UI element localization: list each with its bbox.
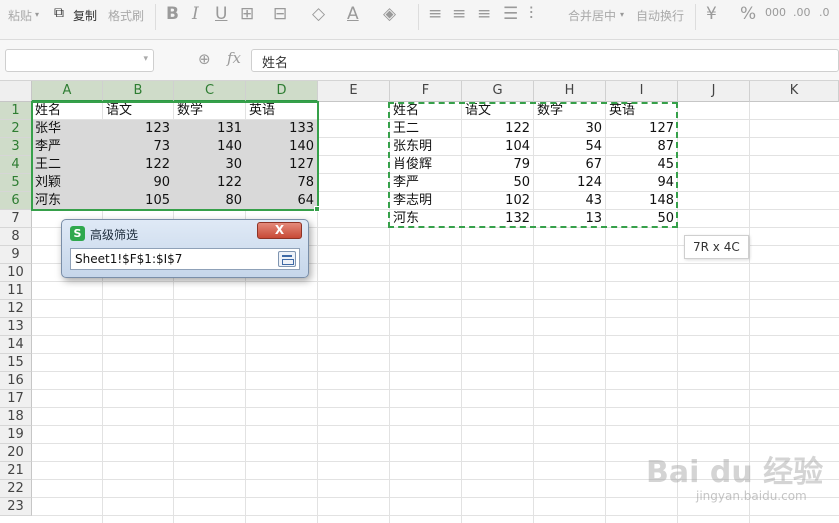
list-range-selection: [31, 101, 319, 211]
row-header-14[interactable]: 14: [0, 336, 32, 354]
row-gridline: [32, 317, 839, 318]
percent-button[interactable]: %: [740, 4, 756, 24]
toolbar-divider: [695, 4, 696, 30]
underline-button[interactable]: U: [215, 4, 227, 24]
watermark-logo: Bai du 经验: [646, 455, 824, 490]
row-header-7[interactable]: 7: [0, 210, 32, 228]
fx-icon[interactable]: fx: [227, 49, 241, 67]
row-gridline: [32, 371, 839, 372]
justify-icon[interactable]: ☰: [503, 4, 518, 24]
wrap-text-button[interactable]: 自动换行: [636, 7, 684, 24]
column-header-g[interactable]: G: [462, 81, 534, 102]
zoom-icon[interactable]: ⊕: [198, 50, 211, 68]
font-color-icon[interactable]: A: [347, 4, 359, 24]
row-header-18[interactable]: 18: [0, 408, 32, 426]
align-left-icon[interactable]: ≡: [428, 4, 442, 24]
copy-button[interactable]: 复制: [73, 7, 97, 24]
name-box[interactable]: ▾: [5, 49, 154, 72]
selection-size-tooltip: 7R x 4C: [684, 235, 749, 259]
name-box-dropdown-icon[interactable]: ▾: [143, 54, 148, 64]
row-header-22[interactable]: 22: [0, 480, 32, 498]
paste-button[interactable]: 粘贴: [8, 7, 32, 24]
row-header-4[interactable]: 4: [0, 156, 32, 174]
formula-input[interactable]: 姓名: [251, 49, 839, 72]
column-header-f[interactable]: F: [390, 81, 462, 102]
fill-handle[interactable]: [314, 206, 320, 212]
increase-decimal-icon[interactable]: .00: [793, 6, 811, 19]
merge-dropdown-icon[interactable]: ▾: [620, 10, 624, 19]
column-header-j[interactable]: J: [678, 81, 750, 102]
row-gridline: [32, 443, 839, 444]
column-header-d[interactable]: D: [246, 81, 318, 102]
toolbar-divider: [155, 4, 156, 30]
row-header-20[interactable]: 20: [0, 444, 32, 462]
column-header-b[interactable]: B: [103, 81, 174, 102]
row-header-16[interactable]: 16: [0, 372, 32, 390]
copy-range-marquee: [388, 102, 678, 228]
distribute-icon[interactable]: ⫶: [529, 4, 533, 24]
row-header-11[interactable]: 11: [0, 282, 32, 300]
bold-button[interactable]: B: [166, 4, 179, 24]
decrease-decimal-icon[interactable]: .0: [819, 6, 830, 19]
merge-center-button[interactable]: 合并居中: [568, 7, 616, 24]
copy-icon: ⧉: [54, 5, 64, 21]
select-all-corner[interactable]: [0, 81, 32, 102]
row-header-15[interactable]: 15: [0, 354, 32, 372]
ribbon-toolbar: 粘贴 ▾ ⧉ 复制 格式刷 B I U ⊞ ⊟ ◇ A ◈ ≡ ≡ ≡ ☰ ⫶ …: [0, 0, 839, 40]
row-header-19[interactable]: 19: [0, 426, 32, 444]
toolbar-divider: [418, 4, 419, 30]
row-header-10[interactable]: 10: [0, 264, 32, 282]
italic-button[interactable]: I: [192, 4, 199, 24]
row-header-5[interactable]: 5: [0, 174, 32, 192]
cell-style-icon[interactable]: ⊟: [273, 4, 287, 24]
column-header-e[interactable]: E: [318, 81, 390, 102]
row-gridline: [32, 389, 839, 390]
watermark-url: jingyan.baidu.com: [696, 489, 807, 503]
row-header-6[interactable]: 6: [0, 192, 32, 210]
advanced-filter-dialog: S 高级筛选 X Sheet1!$F$1:$I$7: [61, 219, 309, 278]
close-button[interactable]: X: [257, 222, 302, 239]
thousands-separator-icon[interactable]: 000: [765, 6, 786, 19]
align-center-icon[interactable]: ≡: [452, 4, 466, 24]
range-collapse-icon[interactable]: [278, 251, 296, 267]
watermark: Bai du 经验 jingyan.baidu.com: [640, 447, 830, 517]
range-input[interactable]: Sheet1!$F$1:$I$7: [70, 248, 300, 270]
row-gridline: [32, 335, 839, 336]
row-gridline: [32, 425, 839, 426]
row-gridline: [32, 353, 839, 354]
row-header-9[interactable]: 9: [0, 246, 32, 264]
border-icon[interactable]: ⊞: [240, 4, 254, 24]
row-header-23[interactable]: 23: [0, 498, 32, 516]
row-header-1[interactable]: 1: [0, 102, 32, 120]
fill-color-icon[interactable]: ◇: [312, 4, 325, 24]
row-header-13[interactable]: 13: [0, 318, 32, 336]
formula-bar: ▾ ⊕ fx 姓名: [0, 40, 839, 81]
format-painter-button[interactable]: 格式刷: [108, 7, 144, 24]
paste-dropdown-icon[interactable]: ▾: [35, 10, 39, 19]
row-gridline: [32, 407, 839, 408]
row-header-2[interactable]: 2: [0, 120, 32, 138]
column-header-a[interactable]: A: [32, 81, 103, 102]
column-header-k[interactable]: K: [750, 81, 839, 102]
row-header-3[interactable]: 3: [0, 138, 32, 156]
currency-icon[interactable]: ¥: [706, 4, 717, 24]
clear-format-icon[interactable]: ◈: [383, 4, 396, 24]
align-right-icon[interactable]: ≡: [477, 4, 491, 24]
column-header-h[interactable]: H: [534, 81, 606, 102]
row-header-21[interactable]: 21: [0, 462, 32, 480]
row-gridline: [32, 299, 839, 300]
row-header-12[interactable]: 12: [0, 300, 32, 318]
wps-logo-icon: S: [70, 226, 85, 241]
dialog-title: 高级筛选: [90, 228, 139, 242]
column-header-i[interactable]: I: [606, 81, 678, 102]
row-gridline: [32, 281, 839, 282]
row-header-17[interactable]: 17: [0, 390, 32, 408]
row-header-8[interactable]: 8: [0, 228, 32, 246]
column-header-c[interactable]: C: [174, 81, 246, 102]
